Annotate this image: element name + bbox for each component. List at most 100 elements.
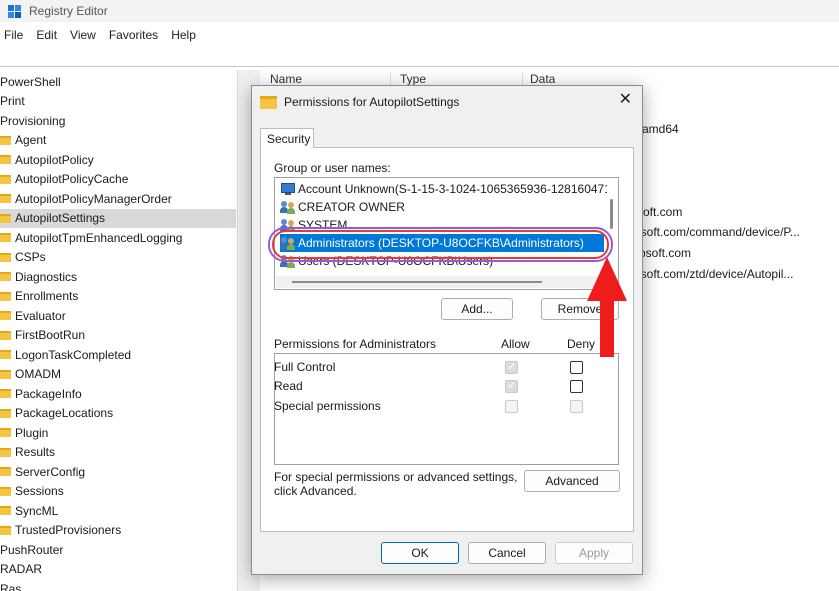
advanced-button[interactable]: Advanced bbox=[524, 470, 620, 492]
tree-item[interactable]: OMADM bbox=[0, 365, 61, 384]
folder-icon bbox=[260, 95, 277, 109]
folder-icon bbox=[0, 311, 11, 320]
users-group-icon bbox=[280, 200, 296, 214]
menu-bar: File Edit View Favorites Help bbox=[0, 25, 209, 45]
user-list-item[interactable]: CREATOR OWNER bbox=[280, 198, 405, 216]
tree-item[interactable]: Provisioning bbox=[0, 111, 65, 130]
tree-item-label: AutopilotSettings bbox=[15, 211, 106, 225]
tree-item[interactable]: AutopilotPolicyManagerOrder bbox=[0, 189, 172, 208]
tree-item-label: Print bbox=[0, 94, 25, 108]
close-icon[interactable]: ✕ bbox=[619, 92, 632, 108]
tree-item[interactable]: LogonTaskCompleted bbox=[0, 345, 131, 364]
tree-item[interactable]: PackageLocations bbox=[0, 404, 113, 423]
tree-item[interactable]: Diagnostics bbox=[0, 267, 77, 286]
folder-icon bbox=[0, 428, 11, 437]
folder-icon bbox=[0, 369, 11, 379]
tree-item-label: PushRouter bbox=[0, 542, 64, 557]
tree-item[interactable]: SyncML bbox=[0, 501, 58, 520]
title-bar: Registry Editor bbox=[0, 0, 839, 22]
tree-item[interactable]: Agent bbox=[0, 131, 46, 150]
cancel-button[interactable]: Cancel bbox=[468, 542, 546, 564]
folder-icon bbox=[0, 252, 11, 262]
folder-icon bbox=[0, 330, 11, 340]
tree-item-label: PackageInfo bbox=[15, 386, 82, 401]
special-allow-checkbox[interactable] bbox=[505, 400, 518, 413]
folder-icon bbox=[0, 291, 11, 301]
add-button[interactable]: Add... bbox=[441, 298, 513, 320]
tree-item[interactable]: CSPs bbox=[0, 248, 46, 267]
folder-icon bbox=[0, 135, 11, 145]
tree-item[interactable]: AutopilotTpmEnhancedLogging bbox=[0, 228, 182, 247]
registry-editor-icon bbox=[8, 4, 21, 18]
tree-item-label: OMADM bbox=[15, 367, 61, 381]
tree-item[interactable]: Enrollments bbox=[0, 287, 78, 306]
tree-item[interactable]: AutopilotPolicy bbox=[0, 150, 94, 169]
tree-item-label: AutopilotTpmEnhancedLogging bbox=[15, 230, 183, 245]
tree-item[interactable]: PowerShell bbox=[0, 72, 61, 91]
full-control-allow-checkbox[interactable] bbox=[505, 360, 518, 374]
folder-icon bbox=[0, 389, 11, 398]
tree-item[interactable]: Results bbox=[0, 443, 55, 462]
read-deny-checkbox[interactable] bbox=[570, 380, 583, 393]
tree-item-label: PowerShell bbox=[0, 74, 61, 89]
tree-item-label: SyncML bbox=[15, 503, 59, 518]
tree-item-label: FirstBootRun bbox=[15, 328, 86, 342]
folder-icon bbox=[0, 467, 11, 476]
tree-item[interactable]: Sessions bbox=[0, 482, 64, 501]
menu-favorites[interactable]: Favorites bbox=[109, 28, 158, 42]
deny-column-header: Deny bbox=[567, 337, 596, 351]
permission-special-label: Special permissions bbox=[274, 399, 381, 413]
address-bar-separator bbox=[0, 66, 839, 67]
tree-item[interactable]: AutopilotPolicyCache bbox=[0, 170, 128, 189]
folder-icon bbox=[0, 350, 11, 359]
red-arrow-head-icon bbox=[587, 257, 627, 301]
value-data-cell[interactable]: amd64 bbox=[642, 122, 679, 136]
apply-button[interactable]: Apply bbox=[555, 542, 633, 564]
full-control-deny-checkbox[interactable] bbox=[570, 361, 583, 374]
read-allow-checkbox[interactable] bbox=[505, 379, 518, 393]
folder-icon bbox=[0, 525, 11, 535]
tree-item-label: Provisioning bbox=[0, 113, 66, 128]
tree-item[interactable]: RADAR bbox=[0, 560, 42, 579]
tree-item[interactable]: AutopilotSettings bbox=[0, 208, 236, 228]
tree-item-label: AutopilotPolicyCache bbox=[15, 172, 129, 186]
folder-icon bbox=[0, 155, 11, 164]
user-list-horizontal-scrollbar[interactable] bbox=[276, 276, 609, 288]
user-list-item[interactable]: Account Unknown(S-1-15-3-1024-1065365936… bbox=[280, 180, 611, 198]
menu-file[interactable]: File bbox=[4, 28, 23, 42]
value-data-cell[interactable]: rosoft.com bbox=[635, 246, 691, 260]
folder-icon bbox=[0, 233, 11, 242]
special-deny-checkbox[interactable] bbox=[570, 400, 583, 413]
tree-item[interactable]: ServerConfig bbox=[0, 462, 85, 481]
tree-item-label: Enrollments bbox=[15, 289, 79, 303]
security-tab-panel: Group or user names: Users (DESKTOP-U8OC… bbox=[260, 147, 634, 532]
tree-item[interactable]: TrustedProvisioners bbox=[0, 521, 121, 540]
tree-item[interactable]: PushRouter bbox=[0, 540, 63, 559]
window-title: Registry Editor bbox=[29, 4, 108, 18]
dialog-title: Permissions for AutopilotSettings bbox=[284, 95, 460, 109]
menu-view[interactable]: View bbox=[70, 28, 96, 42]
value-data-cell[interactable]: oft.com bbox=[643, 205, 682, 219]
folder-icon bbox=[0, 272, 11, 281]
tree-item[interactable]: Plugin bbox=[0, 423, 48, 442]
ok-button[interactable]: OK bbox=[381, 542, 459, 564]
tree-item-label: Sessions bbox=[15, 484, 64, 498]
tree-item[interactable]: Print bbox=[0, 92, 25, 111]
tree-item-label: RADAR bbox=[0, 562, 43, 576]
folder-icon bbox=[0, 213, 11, 223]
tree-item[interactable]: PackageInfo bbox=[0, 384, 82, 403]
tree-item-label: Agent bbox=[15, 133, 47, 147]
computer-icon bbox=[280, 182, 296, 196]
dialog-title-bar: Permissions for AutopilotSettings bbox=[260, 93, 459, 111]
menu-help[interactable]: Help bbox=[171, 28, 196, 42]
value-data-cell[interactable]: osoft.com/command/device/P... bbox=[634, 225, 800, 239]
tree-item[interactable]: Evaluator bbox=[0, 306, 66, 325]
registry-tree[interactable]: PowerShell Print Provisioning Agent Autopilo… bbox=[0, 72, 237, 591]
tree-item[interactable]: FirstBootRun bbox=[0, 326, 85, 345]
tree-item-label: Diagnostics bbox=[15, 269, 78, 284]
menu-edit[interactable]: Edit bbox=[36, 28, 57, 42]
value-data-cell[interactable]: osoft.com/ztd/device/Autopil... bbox=[634, 267, 793, 281]
folder-icon bbox=[0, 486, 11, 496]
tree-item[interactable]: Ras bbox=[0, 579, 21, 591]
tab-security[interactable]: Security bbox=[260, 128, 314, 148]
